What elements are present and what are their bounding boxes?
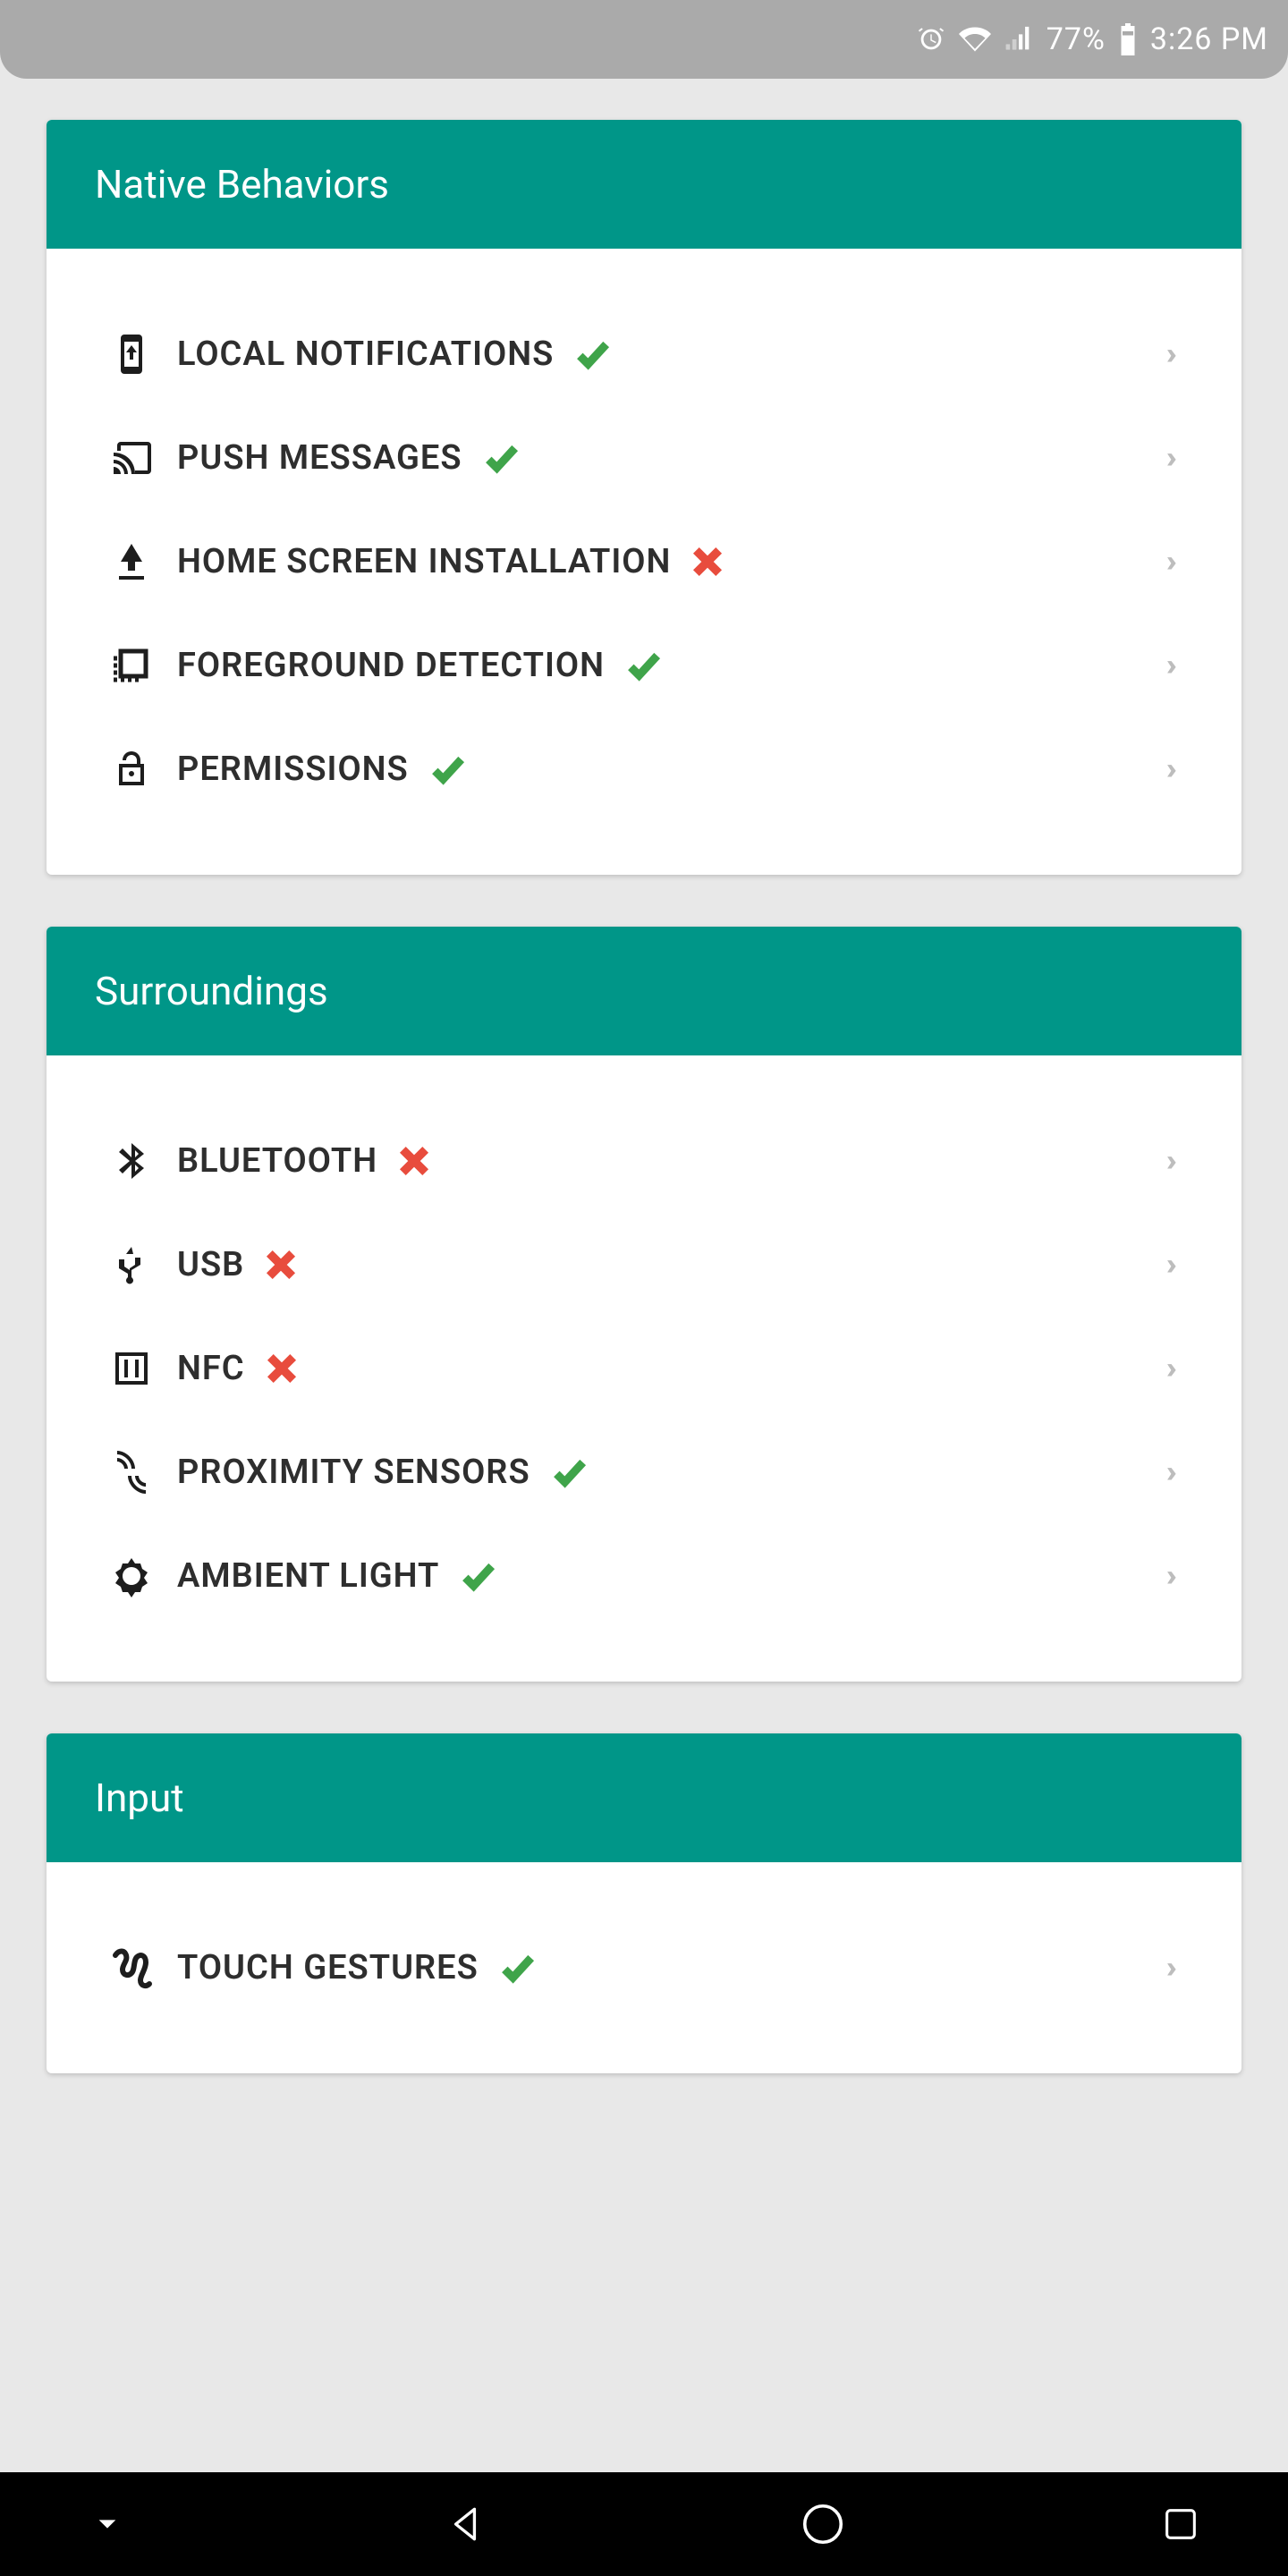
check-icon [459, 1556, 498, 1596]
check-icon [550, 1453, 589, 1492]
chevron-right-icon: ›› [1166, 1454, 1177, 1490]
unlock-icon [100, 748, 163, 791]
phone-down-icon [100, 333, 163, 376]
row-label: NFC [177, 1349, 245, 1388]
section-native-behaviors: Native Behaviors LOCAL NOTIFICATIONS ›› … [47, 120, 1241, 875]
gesture-icon [100, 1946, 163, 1989]
chevron-right-icon: ›› [1166, 1950, 1177, 1986]
row-label: AMBIENT LIGHT [177, 1556, 439, 1596]
check-icon [624, 646, 664, 685]
check-icon [428, 750, 468, 789]
nav-back-icon[interactable] [429, 2488, 501, 2560]
proximity-icon [100, 1451, 163, 1494]
status-bar: 77% 3:26 PM [0, 0, 1288, 79]
row-local-notifications[interactable]: LOCAL NOTIFICATIONS ›› [88, 302, 1200, 406]
row-ambient-light[interactable]: AMBIENT LIGHT ›› [88, 1524, 1200, 1628]
nav-home-icon[interactable] [787, 2488, 859, 2560]
row-label: PERMISSIONS [177, 750, 409, 789]
row-permissions[interactable]: PERMISSIONS ›› [88, 717, 1200, 821]
download-icon [100, 540, 163, 583]
cross-icon [264, 1248, 298, 1282]
cast-icon [100, 436, 163, 479]
row-label: TOUCH GESTURES [177, 1948, 479, 1987]
clock-time: 3:26 PM [1150, 21, 1268, 57]
battery-pct: 77% [1046, 21, 1106, 57]
section-body: LOCAL NOTIFICATIONS ›› PUSH MESSAGES ›› [47, 249, 1241, 875]
row-label: USB [177, 1245, 244, 1284]
section-title: Native Behaviors [47, 120, 1241, 249]
row-label: BLUETOOTH [177, 1141, 377, 1181]
foreground-icon [100, 644, 163, 687]
wifi-icon [959, 23, 991, 55]
check-icon [482, 438, 521, 478]
row-bluetooth[interactable]: BLUETOOTH ›› [88, 1109, 1200, 1213]
section-input: Input TOUCH GESTURES ›› [47, 1733, 1241, 2073]
chevron-right-icon: ›› [1166, 440, 1177, 476]
row-label: LOCAL NOTIFICATIONS [177, 335, 554, 374]
row-home-screen-installation[interactable]: HOME SCREEN INSTALLATION ›› [88, 510, 1200, 614]
bluetooth-icon [100, 1140, 163, 1182]
cross-icon [265, 1352, 299, 1385]
chevron-right-icon: ›› [1166, 751, 1177, 787]
check-icon [573, 335, 613, 374]
nav-bar [0, 2472, 1288, 2576]
chevron-right-icon: ›› [1166, 1351, 1177, 1386]
row-touch-gestures[interactable]: TOUCH GESTURES ›› [88, 1916, 1200, 2020]
section-surroundings: Surroundings BLUETOOTH ›› USB ›› [47, 927, 1241, 1682]
content: Native Behaviors LOCAL NOTIFICATIONS ›› … [0, 79, 1288, 2576]
row-label: HOME SCREEN INSTALLATION [177, 542, 671, 581]
row-label: PUSH MESSAGES [177, 438, 462, 478]
cross-icon [691, 545, 724, 579]
section-title: Surroundings [47, 927, 1241, 1055]
nav-recent-icon[interactable] [1145, 2488, 1216, 2560]
row-proximity-sensors[interactable]: PROXIMITY SENSORS ›› [88, 1420, 1200, 1524]
section-title: Input [47, 1733, 1241, 1862]
chevron-right-icon: ›› [1166, 1247, 1177, 1283]
chevron-right-icon: ›› [1166, 1143, 1177, 1179]
row-push-messages[interactable]: PUSH MESSAGES ›› [88, 406, 1200, 510]
screen: 77% 3:26 PM Native Behaviors LOCAL NOTIF… [0, 0, 1288, 2576]
check-icon [498, 1948, 538, 1987]
chevron-right-icon: ›› [1166, 336, 1177, 372]
cross-icon [397, 1144, 431, 1178]
row-nfc[interactable]: NFC ›› [88, 1317, 1200, 1420]
row-label: FOREGROUND DETECTION [177, 646, 605, 685]
chevron-right-icon: ›› [1166, 544, 1177, 580]
row-usb[interactable]: USB ›› [88, 1213, 1200, 1317]
battery-icon [1118, 23, 1138, 55]
usb-icon [100, 1243, 163, 1286]
row-foreground-detection[interactable]: FOREGROUND DETECTION ›› [88, 614, 1200, 717]
chevron-right-icon: ›› [1166, 648, 1177, 683]
signal-icon [1004, 24, 1034, 55]
section-body: BLUETOOTH ›› USB ›› NFC [47, 1055, 1241, 1682]
section-body: TOUCH GESTURES ›› [47, 1862, 1241, 2073]
row-label: PROXIMITY SENSORS [177, 1453, 530, 1492]
nfc-icon [100, 1347, 163, 1390]
brightness-icon [100, 1555, 163, 1597]
chevron-right-icon: ›› [1166, 1558, 1177, 1594]
alarm-icon [916, 24, 946, 55]
nav-dropdown-icon[interactable] [72, 2488, 143, 2560]
